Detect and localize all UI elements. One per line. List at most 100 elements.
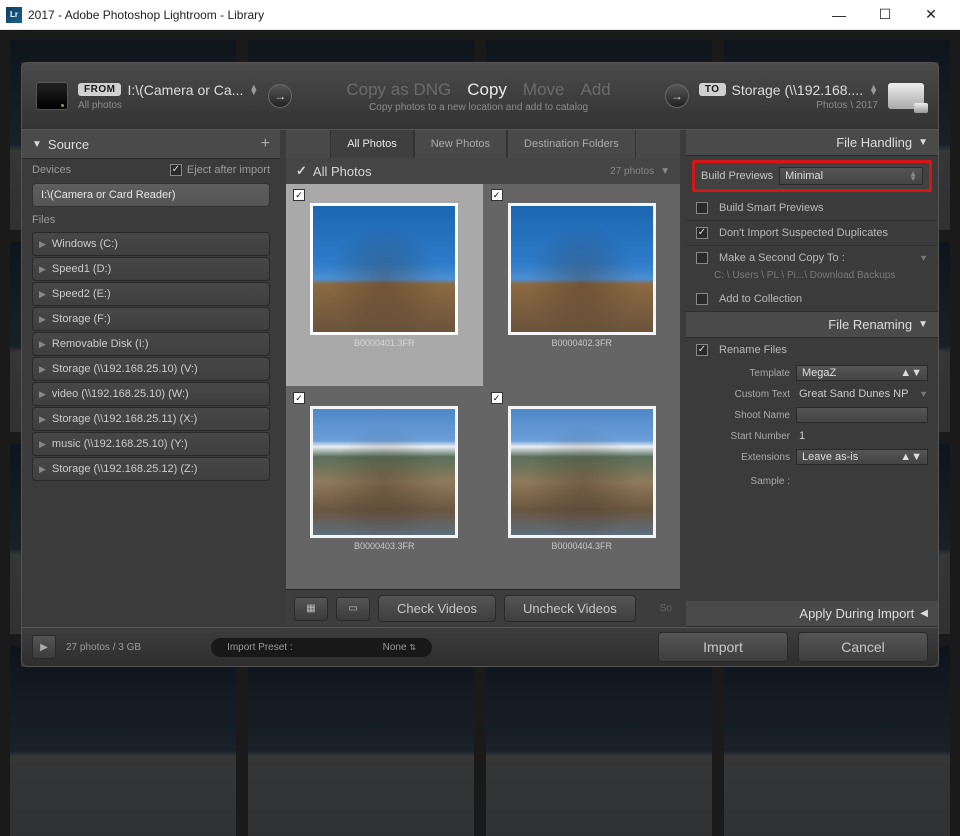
drive-row[interactable]: ▶Removable Disk (I:) (32, 332, 270, 356)
grid-view-icon[interactable]: ▦ (294, 597, 328, 621)
grid-header[interactable]: ✓ All Photos 27 photos ▼ (286, 158, 680, 184)
source-panel: ▼ Source + Devices Eject after import I:… (22, 130, 280, 627)
apply-during-import-header[interactable]: Apply During Import◀ (686, 601, 938, 627)
destination-sublabel: Photos \ 2017 (816, 100, 878, 111)
thumb-checkbox[interactable]: ✓ (293, 189, 305, 201)
play-button[interactable]: ▶ (32, 635, 56, 659)
build-previews-combo[interactable]: Minimal ▲▼ (779, 167, 923, 185)
duplicates-row[interactable]: Don't Import Suspected Duplicates (686, 221, 938, 246)
tab-all-photos[interactable]: All Photos (330, 130, 414, 158)
play-icon: ▶ (39, 314, 46, 325)
source-stepper-icon[interactable]: ▲▼ (249, 85, 258, 95)
drive-row[interactable]: ▶Storage (\\192.168.25.10) (V:) (32, 357, 270, 381)
drive-row[interactable]: ▶video (\\192.168.25.10) (W:) (32, 382, 270, 406)
thumbnail-filename: B0000401.3FR (290, 335, 479, 349)
play-icon: ▶ (39, 289, 46, 300)
second-copy-checkbox[interactable] (696, 252, 708, 264)
extensions-label: Extensions (696, 452, 790, 463)
bottom-bar: ▶ 27 photos / 3 GB Import Preset : None … (21, 627, 939, 667)
thumbnail-cell[interactable]: ✓ B0000403.3FR (286, 387, 483, 589)
device-row[interactable]: I:\(Camera or Card Reader) (32, 183, 270, 207)
thumbnail-image (508, 406, 656, 538)
mode-add[interactable]: Add (581, 80, 611, 100)
devices-header: Devices Eject after import (22, 159, 280, 181)
thumbnail-filename: B0000404.3FR (488, 538, 677, 552)
drive-row[interactable]: ▶music (\\192.168.25.10) (Y:) (32, 432, 270, 456)
tab-new-photos[interactable]: New Photos (414, 130, 507, 158)
import-preset-selector[interactable]: Import Preset : None ⇅ (211, 638, 432, 657)
thumb-checkbox[interactable]: ✓ (491, 392, 503, 404)
add-to-collection-row[interactable]: Add to Collection (686, 287, 938, 312)
minimize-button[interactable]: — (816, 0, 862, 30)
play-icon: ▶ (39, 264, 46, 275)
photo-count: 27 photos (610, 166, 654, 177)
thumbnail-cell[interactable]: ✓ B0000401.3FR (286, 184, 483, 386)
play-icon: ▶ (39, 389, 46, 400)
thumbnail-panel: All Photos New Photos Destination Folder… (286, 130, 680, 627)
window-title: 2017 - Adobe Photoshop Lightroom - Libra… (28, 8, 816, 22)
mode-description: Copy photos to a new location and add to… (302, 102, 655, 113)
mode-copy-dng[interactable]: Copy as DNG (346, 80, 451, 100)
to-badge: TO (699, 83, 726, 96)
source-sublabel: All photos (78, 100, 258, 111)
second-copy-row[interactable]: Make a Second Copy To : ▼ (686, 246, 938, 270)
template-combo[interactable]: MegaZ▲▼ (796, 365, 928, 381)
destination-selector[interactable]: Storage (\\192.168.... (732, 82, 864, 98)
arrow-right-from-icon: → (268, 84, 292, 108)
extensions-combo[interactable]: Leave as-is▲▼ (796, 449, 928, 465)
thumbnail-image (310, 406, 458, 538)
thumbnail-filename: B0000403.3FR (290, 538, 479, 552)
add-source-icon[interactable]: + (261, 135, 270, 153)
smart-previews-checkbox[interactable] (696, 202, 708, 214)
check-videos-button[interactable]: Check Videos (378, 595, 496, 622)
custom-text-field[interactable]: Great Sand Dunes NP (796, 387, 913, 401)
loupe-view-icon[interactable]: ▭ (336, 597, 370, 621)
close-button[interactable]: ✕ (908, 0, 954, 30)
thumbnail-cell[interactable]: ✓ B0000402.3FR (484, 184, 681, 386)
drive-row[interactable]: ▶Speed1 (D:) (32, 257, 270, 281)
source-panel-header[interactable]: ▼ Source + (22, 130, 280, 159)
play-icon: ▶ (39, 464, 46, 475)
thumbnail-cell[interactable]: ✓ B0000404.3FR (484, 387, 681, 589)
thumb-checkbox[interactable]: ✓ (293, 392, 305, 404)
uncheck-videos-button[interactable]: Uncheck Videos (504, 595, 636, 622)
build-previews-label: Build Previews (701, 170, 773, 182)
play-icon: ▶ (39, 339, 46, 350)
start-number-field[interactable]: 1 (796, 429, 928, 443)
mode-move[interactable]: Move (523, 80, 565, 100)
rename-files-checkbox[interactable] (696, 344, 708, 356)
rename-files-row[interactable]: Rename Files (686, 338, 938, 362)
collection-checkbox[interactable] (696, 293, 708, 305)
duplicates-checkbox[interactable] (696, 227, 708, 239)
from-badge: FROM (78, 83, 121, 96)
smart-previews-row[interactable]: Build Smart Previews (686, 196, 938, 221)
shoot-name-field[interactable] (796, 407, 928, 423)
chevron-down-icon: ▼ (919, 253, 928, 263)
thumbnail-image (508, 203, 656, 335)
drive-row[interactable]: ▶Storage (\\192.168.25.12) (Z:) (32, 457, 270, 481)
drive-row[interactable]: ▶Storage (F:) (32, 307, 270, 331)
cancel-button[interactable]: Cancel (798, 632, 928, 662)
drive-row[interactable]: ▶Speed2 (E:) (32, 282, 270, 306)
grid-title: All Photos (313, 164, 372, 179)
file-handling-header[interactable]: File Handling▼ (686, 130, 938, 156)
drive-row[interactable]: ▶Storage (\\192.168.25.11) (X:) (32, 407, 270, 431)
tab-destination-folders[interactable]: Destination Folders (507, 130, 636, 158)
triangle-left-icon: ◀ (920, 608, 928, 619)
shoot-name-label: Shoot Name (696, 410, 790, 421)
file-renaming-header[interactable]: File Renaming▼ (686, 312, 938, 338)
sort-label[interactable]: So (660, 603, 672, 614)
triangle-down-icon[interactable]: ▼ (660, 166, 670, 177)
custom-text-label: Custom Text (696, 389, 790, 400)
eject-checkbox[interactable] (170, 164, 182, 176)
source-selector[interactable]: I:\(Camera or Ca... (127, 82, 243, 98)
maximize-button[interactable]: ☐ (862, 0, 908, 30)
check-all-icon[interactable]: ✓ (296, 163, 307, 179)
import-button[interactable]: Import (658, 632, 788, 662)
second-copy-path: C: \ Users \ PL \ Pi...\ Download Backup… (686, 270, 938, 287)
arrow-right-to-icon: → (665, 84, 689, 108)
mode-copy[interactable]: Copy (467, 80, 507, 100)
dest-stepper-icon[interactable]: ▲▼ (869, 85, 878, 95)
thumb-checkbox[interactable]: ✓ (491, 189, 503, 201)
drive-row[interactable]: ▶Windows (C:) (32, 232, 270, 256)
